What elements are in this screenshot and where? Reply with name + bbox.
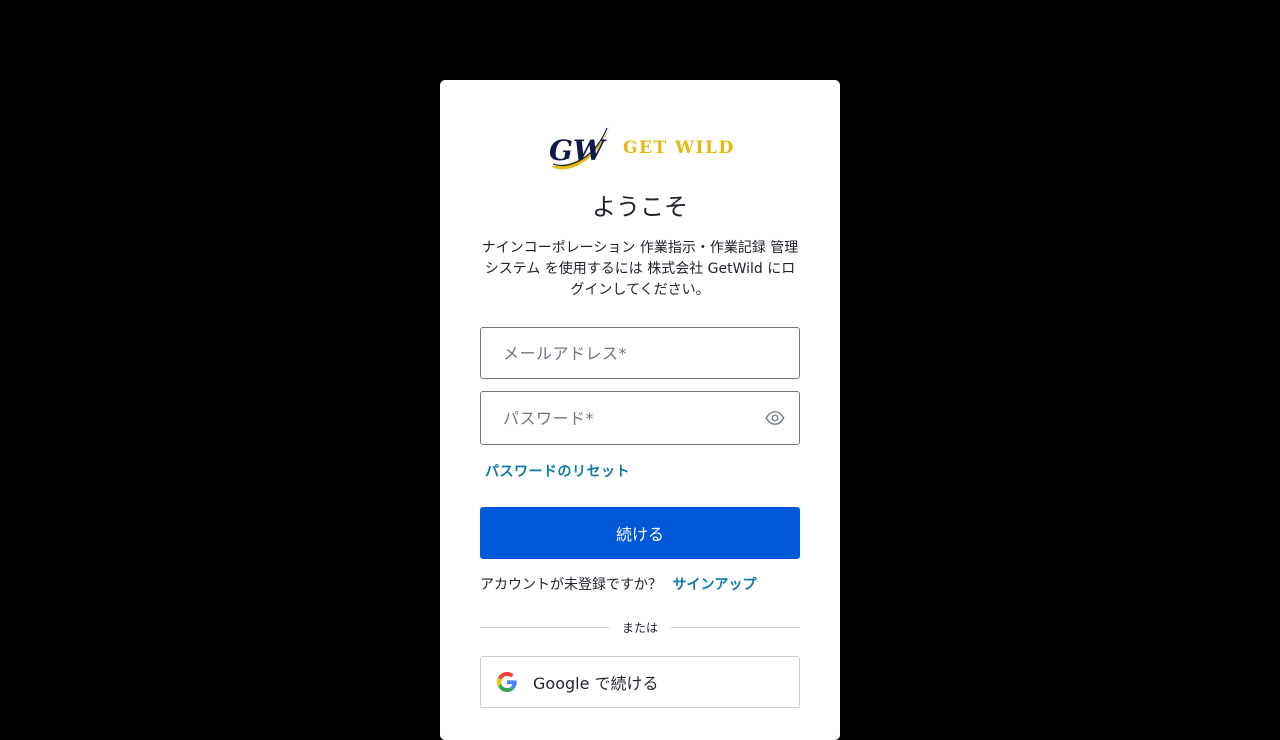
google-login-label: Google で続ける xyxy=(533,674,659,693)
password-input[interactable] xyxy=(481,392,799,444)
reset-password-link[interactable]: パスワードのリセット xyxy=(485,461,630,481)
divider-line-left xyxy=(480,627,609,628)
signup-row: アカウントが未登録ですか？ サインアップ xyxy=(480,575,800,595)
signup-link[interactable]: サインアップ xyxy=(672,577,756,593)
svg-text:GW: GW xyxy=(549,134,607,167)
or-divider: または xyxy=(480,619,801,636)
eye-icon[interactable] xyxy=(763,406,787,430)
login-description: ナインコーポレーション 作業指示・作業記録 管理システム を使用するには 株式会… xyxy=(481,240,799,298)
or-text: または xyxy=(622,621,659,635)
no-account-text: アカウントが未登録ですか？ xyxy=(480,577,662,593)
login-card: GW GET WILD ようこそ ナインコーポレーション 作業指示・作業記録 管… xyxy=(440,80,840,740)
password-field-container xyxy=(480,391,800,445)
email-field-container xyxy=(480,327,800,379)
continue-button[interactable]: 続ける xyxy=(480,507,800,559)
page-title: ようこそ xyxy=(592,193,688,221)
divider-line-right xyxy=(671,627,801,628)
google-icon xyxy=(497,672,517,692)
svg-text:GET WILD: GET WILD xyxy=(623,138,735,158)
get-wild-logo-icon: GW GET WILD xyxy=(549,124,735,170)
google-login-button[interactable]: Google で続ける xyxy=(480,656,800,708)
brand-logo: GW GET WILD xyxy=(480,120,800,172)
email-input[interactable] xyxy=(481,328,799,378)
